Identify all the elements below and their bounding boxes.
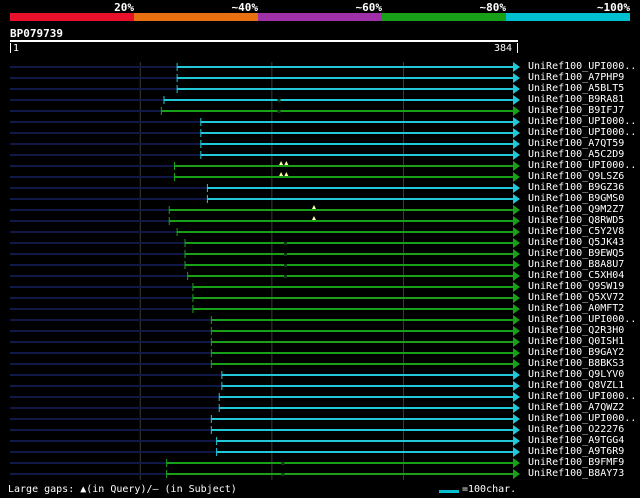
subject-label[interactable]: UniRef100_Q5JK43	[528, 237, 624, 248]
subject-label[interactable]: UniRef100_UPI000..	[528, 391, 636, 402]
subject-label[interactable]: UniRef100_B9RA81	[528, 94, 624, 105]
subject-label[interactable]: UniRef100_Q9LYV0	[528, 369, 624, 380]
subject-label[interactable]: UniRef100_Q2R3H0	[528, 325, 624, 336]
subject-label[interactable]: UniRef100_UPI000..	[528, 61, 636, 72]
subject-label[interactable]: UniRef100_A5C2D9	[528, 149, 624, 160]
hit-end-arrow	[513, 194, 520, 204]
hit-end-arrow	[513, 326, 520, 336]
subject-label[interactable]: UniRef100_A7QT59	[528, 138, 624, 149]
subject-label[interactable]: UniRef100_A9T6R9	[528, 446, 624, 457]
hit-end-arrow	[513, 227, 520, 237]
subject-label[interactable]: UniRef100_C5XH04	[528, 270, 624, 281]
hit-end-arrow	[513, 469, 520, 479]
hit-end-arrow	[513, 238, 520, 248]
hit-end-arrow	[513, 150, 520, 160]
subject-gap-mark	[284, 253, 288, 256]
subject-label[interactable]: UniRef100_A7PHP9	[528, 72, 624, 83]
query-gap-mark	[284, 172, 289, 176]
query-gap-mark	[279, 172, 284, 176]
subject-label[interactable]: UniRef100_A9TGG4	[528, 435, 624, 446]
subject-gap-mark	[284, 242, 288, 245]
subject-label[interactable]: UniRef100_UPI000..	[528, 116, 636, 127]
hit-end-arrow	[513, 249, 520, 259]
subject-label[interactable]: UniRef100_B9GMS0	[528, 193, 624, 204]
gap-legend: Large gaps: ▲(in Query)/– (in Subject)	[8, 484, 237, 495]
subject-label[interactable]: UniRef100_UPI000..	[528, 314, 636, 325]
hit-end-arrow	[513, 381, 520, 391]
query-gap-mark	[284, 161, 289, 165]
hit-end-arrow	[513, 392, 520, 402]
subject-gap-mark	[281, 473, 285, 476]
subject-gap-mark	[284, 275, 288, 278]
subject-gap-mark	[277, 110, 281, 113]
scale-legend-text: =100char.	[462, 484, 517, 495]
subject-label[interactable]: UniRef100_O22276	[528, 424, 624, 435]
query-gap-mark	[311, 205, 316, 209]
hit-end-arrow	[513, 370, 520, 380]
subject-label[interactable]: UniRef100_A5BLT5	[528, 83, 624, 94]
hit-end-arrow	[513, 458, 520, 468]
subject-label[interactable]: UniRef100_B8AY73	[528, 468, 624, 479]
scale-legend-bar	[439, 490, 459, 493]
hit-end-arrow	[513, 95, 520, 105]
subject-label[interactable]: UniRef100_Q9M2Z7	[528, 204, 624, 215]
hit-end-arrow	[513, 183, 520, 193]
hit-end-arrow	[513, 403, 520, 413]
hit-end-arrow	[513, 414, 520, 424]
subject-label[interactable]: UniRef100_B9EWQ5	[528, 248, 624, 259]
subject-label[interactable]: UniRef100_B9IFJ7	[528, 105, 624, 116]
hit-end-arrow	[513, 260, 520, 270]
hit-end-arrow	[513, 359, 520, 369]
hit-end-arrow	[513, 337, 520, 347]
subject-gap-mark	[277, 99, 281, 102]
hit-end-arrow	[513, 128, 520, 138]
hit-end-arrow	[513, 348, 520, 358]
subject-label[interactable]: UniRef100_Q9SW19	[528, 281, 624, 292]
subject-label[interactable]: UniRef100_Q8VZL1	[528, 380, 624, 391]
hit-end-arrow	[513, 106, 520, 116]
hit-end-arrow	[513, 436, 520, 446]
subject-label[interactable]: UniRef100_B9GAY2	[528, 347, 624, 358]
hit-end-arrow	[513, 304, 520, 314]
subject-gap-mark	[281, 462, 285, 465]
subject-label[interactable]: UniRef100_UPI000..	[528, 160, 636, 171]
subject-label[interactable]: UniRef100_UPI000..	[528, 413, 636, 424]
subject-label[interactable]: UniRef100_B9FMF9	[528, 457, 624, 468]
hit-end-arrow	[513, 161, 520, 171]
hit-end-arrow	[513, 293, 520, 303]
hit-end-arrow	[513, 425, 520, 435]
hit-end-arrow	[513, 139, 520, 149]
subject-label[interactable]: UniRef100_A0MFT2	[528, 303, 624, 314]
subject-label[interactable]: UniRef100_UPI000..	[528, 127, 636, 138]
subject-label[interactable]: UniRef100_Q9LSZ6	[528, 171, 624, 182]
hit-end-arrow	[513, 73, 520, 83]
hit-end-arrow	[513, 447, 520, 457]
subject-label[interactable]: UniRef100_C5Y2V8	[528, 226, 624, 237]
hit-end-arrow	[513, 84, 520, 94]
subject-label[interactable]: UniRef100_Q0ISH1	[528, 336, 624, 347]
subject-gap-mark	[284, 264, 288, 267]
hit-end-arrow	[513, 62, 520, 72]
hit-end-arrow	[513, 282, 520, 292]
subject-label[interactable]: UniRef100_A7QWZ2	[528, 402, 624, 413]
subject-label[interactable]: UniRef100_B9GZ36	[528, 182, 624, 193]
hit-end-arrow	[513, 216, 520, 226]
hit-end-arrow	[513, 271, 520, 281]
hit-end-arrow	[513, 205, 520, 215]
subject-label[interactable]: UniRef100_B8BKS3	[528, 358, 624, 369]
subject-label[interactable]: UniRef100_Q8RWD5	[528, 215, 624, 226]
hit-end-arrow	[513, 315, 520, 325]
query-gap-mark	[279, 161, 284, 165]
hit-end-arrow	[513, 172, 520, 182]
subject-label[interactable]: UniRef100_Q5XV72	[528, 292, 624, 303]
subject-label[interactable]: UniRef100_B8A8U7	[528, 259, 624, 270]
query-gap-mark	[311, 216, 316, 220]
hit-end-arrow	[513, 117, 520, 127]
